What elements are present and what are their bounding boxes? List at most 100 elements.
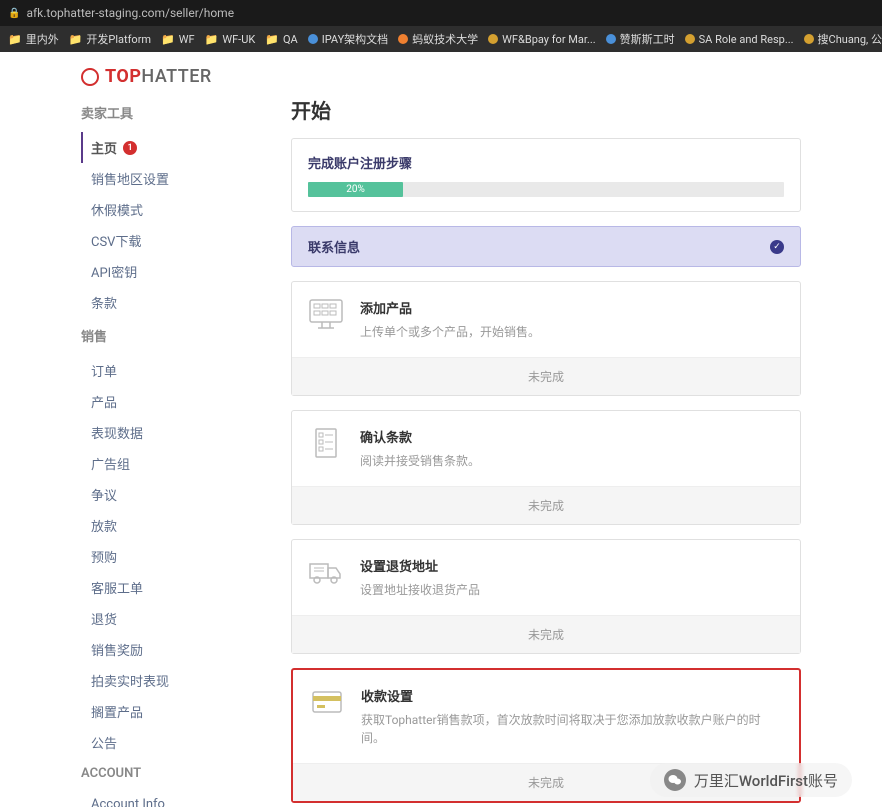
step-title: 添加产品 <box>360 298 784 317</box>
sidebar-item[interactable]: 条款 <box>81 287 251 318</box>
bookmark-favicon <box>488 34 498 44</box>
check-icon: ✓ <box>770 240 784 254</box>
bookmark-item[interactable]: WF&Bpay for Mar... <box>488 33 595 46</box>
sidebar-item-label: 销售地区设置 <box>91 169 169 188</box>
bookmark-item[interactable]: 📁WF-UK <box>205 33 256 46</box>
page-content: TOPHATTER 卖家工具 主页 1 销售地区设置休假模式 CSV下载 API密钥条款… <box>0 52 882 807</box>
folder-icon: 📁 <box>265 33 279 46</box>
bookmark-item[interactable]: IPAY架构文档 <box>308 31 388 47</box>
sidebar-item[interactable]: 争议 <box>81 479 251 510</box>
truck-icon <box>308 556 344 588</box>
card-icon <box>309 686 345 718</box>
sidebar-item-label: 退货 <box>91 609 117 628</box>
sidebar-item-label: 条款 <box>91 293 117 312</box>
step-status: 未完成 <box>292 615 800 653</box>
monitor-icon <box>308 298 344 330</box>
sidebar-item-label: CSV下载 <box>91 231 141 250</box>
wechat-text: 万里汇WorldFirst账号 <box>694 770 838 791</box>
registration-title: 完成账户注册步骤 <box>308 153 784 172</box>
folder-icon: 📁 <box>69 33 83 46</box>
step-description: 上传单个或多个产品，开始销售。 <box>360 323 784 341</box>
sidebar-item-label: 客服工单 <box>91 578 143 597</box>
sidebar-item-label: 广告组 <box>91 454 130 473</box>
bookmark-favicon <box>606 34 616 44</box>
sidebar-section-sales: 销售 <box>81 326 251 345</box>
step-title: 收款设置 <box>361 686 783 705</box>
sidebar-item[interactable]: 产品 <box>81 386 251 417</box>
sidebar-item[interactable]: API密钥 <box>81 256 251 287</box>
sidebar-item[interactable]: 订单 <box>81 355 251 386</box>
page-title: 开始 <box>291 95 801 124</box>
wechat-icon <box>664 769 686 791</box>
sidebar-item-label: 预购 <box>91 547 117 566</box>
lock-icon: 🔒 <box>8 8 20 19</box>
contact-title: 联系信息 <box>308 237 360 256</box>
sidebar-item-label: 休假模式 <box>91 200 143 219</box>
folder-icon: 📁 <box>205 33 219 46</box>
sidebar-item-label: 争议 <box>91 485 117 504</box>
sidebar-item-label: 搁置产品 <box>91 702 143 721</box>
bookmark-item[interactable]: 蚂蚁技术大学 <box>398 31 478 47</box>
registration-card: 完成账户注册步骤 20% <box>291 138 801 212</box>
bookmarks-bar: 📁里内外 📁开发Platform 📁WF 📁WF-UK 📁QA IPAY架构文档蚂蚁技术大… <box>0 26 882 52</box>
browser-address-bar: 🔒 afk.tophatter-staging.com/seller/home <box>0 0 882 26</box>
document-icon <box>308 427 344 459</box>
progress-bar: 20% <box>308 182 784 197</box>
sidebar-item[interactable]: 退货 <box>81 603 251 634</box>
logo[interactable]: TOPHATTER <box>81 62 801 95</box>
sidebar-item-label: 放款 <box>91 516 117 535</box>
sidebar-item-label: 订单 <box>91 361 117 380</box>
folder-icon: 📁 <box>161 33 175 46</box>
sidebar: 卖家工具 主页 1 销售地区设置休假模式 CSV下载 API密钥条款 销售 订单产品表现… <box>81 95 251 807</box>
notification-badge: 1 <box>123 141 137 155</box>
sidebar-item-label: 公告 <box>91 733 117 752</box>
sidebar-item[interactable]: CSV下载 <box>81 225 251 256</box>
step-card[interactable]: 确认条款阅读并接受销售条款。未完成 <box>291 410 801 525</box>
sidebar-item[interactable]: 客服工单 <box>81 572 251 603</box>
step-description: 获取Tophatter销售款项，首次放款时间将取决于您添加放款收款户账户的时间。 <box>361 711 783 747</box>
sidebar-item-label: 表现数据 <box>91 423 143 442</box>
sidebar-item[interactable]: 销售地区设置 <box>81 163 251 194</box>
bookmark-favicon <box>685 34 695 44</box>
sidebar-item-label: 产品 <box>91 392 117 411</box>
bookmark-item[interactable]: 📁开发Platform <box>69 31 151 47</box>
contact-info-card[interactable]: 联系信息 ✓ <box>291 226 801 267</box>
bookmark-item[interactable]: 📁WF <box>161 33 195 46</box>
step-description: 阅读并接受销售条款。 <box>360 452 784 470</box>
sidebar-item[interactable]: 拍卖实时表现 <box>81 665 251 696</box>
bookmark-item[interactable]: SA Role and Resp... <box>685 33 794 46</box>
bookmark-favicon <box>308 34 318 44</box>
bookmark-favicon <box>398 34 408 44</box>
sidebar-item[interactable]: 广告组 <box>81 448 251 479</box>
folder-icon: 📁 <box>8 33 22 46</box>
sidebar-item-label: 主页 <box>91 138 117 157</box>
bookmark-item[interactable]: 📁里内外 <box>8 31 59 47</box>
sidebar-item[interactable]: 主页 1 <box>81 132 251 163</box>
sidebar-item[interactable]: Account Info <box>81 791 251 807</box>
sidebar-section-account: ACCOUNT <box>81 766 251 781</box>
step-card[interactable]: 添加产品上传单个或多个产品，开始销售。未完成 <box>291 281 801 396</box>
sidebar-item-label: API密钥 <box>91 262 137 281</box>
sidebar-item[interactable]: 放款 <box>81 510 251 541</box>
sidebar-item-label: 拍卖实时表现 <box>91 671 169 690</box>
sidebar-item-label: Account Info <box>91 797 165 807</box>
bookmark-item[interactable]: 搜Chuang, 公开课... <box>804 31 882 47</box>
sidebar-item[interactable]: 休假模式 <box>81 194 251 225</box>
step-title: 确认条款 <box>360 427 784 446</box>
wechat-overlay[interactable]: 万里汇WorldFirst账号 <box>650 763 852 797</box>
bookmark-item[interactable]: 赞斯斯工时 <box>606 31 675 47</box>
sidebar-item[interactable]: 表现数据 <box>81 417 251 448</box>
logo-text: TOPHATTER <box>105 66 212 87</box>
sidebar-item[interactable]: 公告 <box>81 727 251 758</box>
main-content: 开始 完成账户注册步骤 20% 联系信息 ✓ 添加产品上传单个或多个产品，开始销… <box>291 95 801 807</box>
sidebar-section-tools: 卖家工具 <box>81 103 251 122</box>
sidebar-item[interactable]: 搁置产品 <box>81 696 251 727</box>
sidebar-item[interactable]: 销售奖励 <box>81 634 251 665</box>
sidebar-item[interactable]: 预购 <box>81 541 251 572</box>
bookmark-item[interactable]: 📁QA <box>265 33 297 46</box>
step-status: 未完成 <box>292 486 800 524</box>
bookmark-favicon <box>804 34 814 44</box>
step-card[interactable]: 设置退货地址设置地址接收退货产品未完成 <box>291 539 801 654</box>
url-text: afk.tophatter-staging.com/seller/home <box>26 6 234 20</box>
step-description: 设置地址接收退货产品 <box>360 581 784 599</box>
